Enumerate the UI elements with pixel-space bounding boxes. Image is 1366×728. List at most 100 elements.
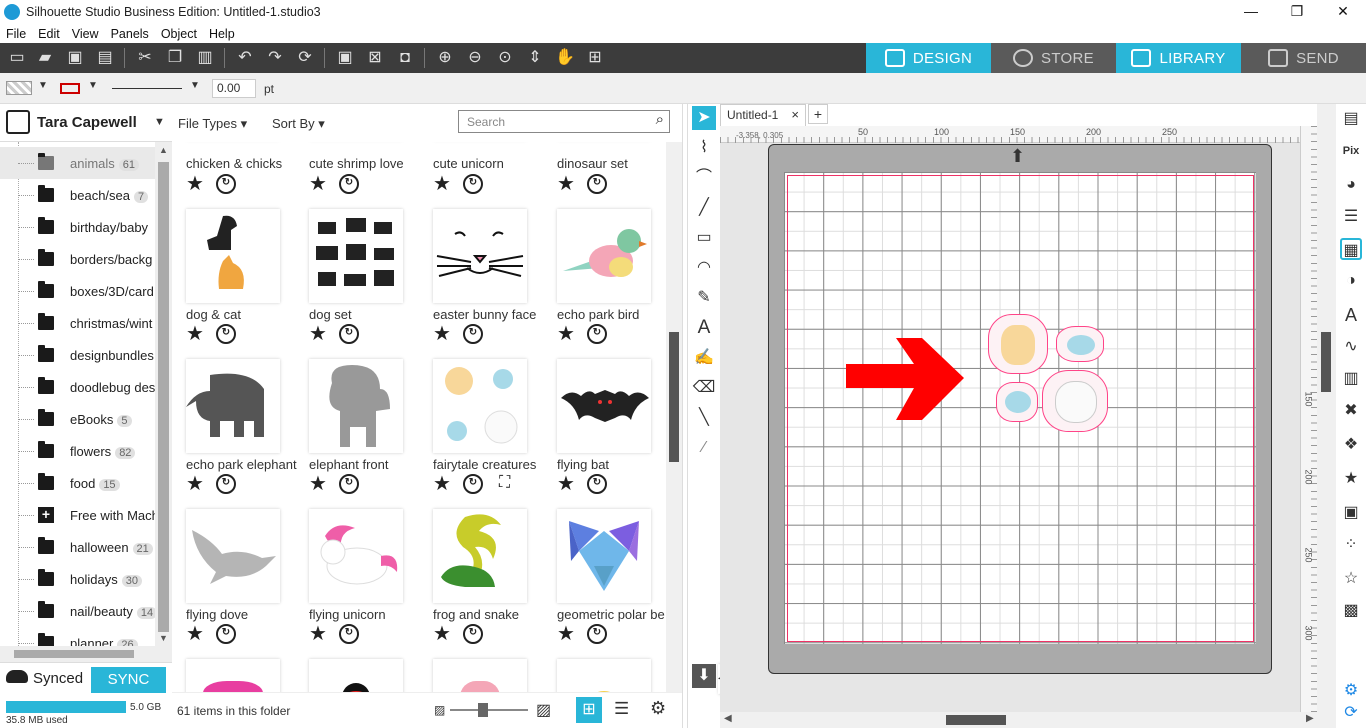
menu-file[interactable]: File [0, 27, 32, 41]
line-style-icon[interactable]: ☰ [1340, 206, 1362, 228]
folder-item[interactable]: doodlebug des [0, 371, 155, 403]
expand-plus-icon[interactable]: + [38, 507, 54, 523]
search-input[interactable]: Search ⌕ [458, 110, 670, 133]
pixscan-icon[interactable]: Pix [1340, 140, 1362, 162]
panel-settings-icon[interactable]: ⚙ [1340, 680, 1362, 702]
print-icon[interactable]: ▤ [94, 47, 116, 69]
library-item[interactable]: elephant front ★ ↻ [295, 292, 419, 494]
polygon-tool-icon[interactable]: ◠ [692, 256, 716, 280]
folder-item[interactable]: animals 61 [0, 147, 155, 179]
minimize-button[interactable]: — [1228, 0, 1274, 24]
folder-item[interactable]: christmas/wint [0, 307, 155, 339]
save-icon[interactable]: ▣ [64, 47, 86, 69]
library-item[interactable]: flying dove ★ ↻ [172, 442, 296, 644]
library-panel-icon[interactable]: ▩ [1340, 600, 1362, 622]
contrast-icon[interactable]: ◑ [1340, 270, 1362, 292]
sort-by-dropdown[interactable]: Sort By ▾ [272, 116, 325, 132]
library-item[interactable] [543, 592, 666, 692]
replicate-icon[interactable]: ❖ [1340, 434, 1362, 456]
line-width-input[interactable]: 0.00 [212, 79, 256, 98]
redo-icon[interactable]: ↷ [264, 47, 286, 69]
fill-color-palette-icon[interactable]: ◕ [1340, 174, 1362, 196]
zoom-out-icon[interactable]: ⊖ [464, 47, 486, 69]
library-item[interactable] [295, 592, 419, 692]
tab-design[interactable]: DESIGN [866, 43, 991, 73]
library-item[interactable]: geometric polar be ★ ↻ [543, 442, 666, 644]
folder-item[interactable]: designbundles [0, 339, 155, 371]
folder-item[interactable]: halloween 21 [0, 531, 155, 563]
trace-icon[interactable]: ∿ [1340, 336, 1362, 358]
line-style-preview[interactable] [112, 88, 182, 89]
fill-pattern-icon[interactable]: ▦ [1340, 238, 1362, 260]
new-document-icon[interactable]: ▭ [6, 47, 28, 69]
library-item[interactable]: echo park bird ★ ↻ [543, 142, 666, 344]
library-item[interactable]: echo park elephant ★ ↻ [172, 292, 297, 494]
kitten-design[interactable] [988, 314, 1048, 374]
folder-item[interactable]: eBooks 5 [0, 403, 155, 435]
add-tab-button[interactable]: + [808, 104, 828, 124]
eyedropper-tool-icon[interactable]: ⁄ [692, 436, 716, 460]
close-button[interactable]: ✕ [1320, 0, 1366, 24]
pan-hand-icon[interactable]: ✋ [554, 47, 576, 69]
ungroup-icon[interactable]: ⊠ [364, 47, 386, 69]
group-icon[interactable]: ▣ [334, 47, 356, 69]
point-edit-icon[interactable]: ⌇ [692, 136, 716, 160]
slider-handle[interactable] [478, 703, 488, 717]
zoom-in-icon[interactable]: ⊕ [434, 47, 456, 69]
design-canvas[interactable]: -3.358, 0.305 50 100 150 200 250 ⬆ [720, 126, 1300, 712]
line-color-swatch[interactable] [60, 83, 80, 94]
rectangle-tool-icon[interactable]: ▭ [692, 226, 716, 250]
folder-scrollbar[interactable]: ▲ ▼ [155, 142, 172, 662]
cut-icon[interactable]: ✂ [134, 47, 156, 69]
folder-item[interactable]: holidays 30 [0, 563, 155, 595]
user-menu-chevron-icon[interactable]: ▼ [154, 116, 165, 128]
open-folder-icon[interactable]: ▰ [34, 47, 56, 69]
fit-window-icon[interactable]: ⊞ [584, 47, 606, 69]
menu-object[interactable]: Object [155, 27, 203, 41]
canvas-hscrollbar[interactable]: ◀ ▶ [720, 712, 1336, 728]
tab-library[interactable]: LIBRARY [1116, 43, 1241, 73]
fill-dropdown-icon[interactable]: ▼ [38, 80, 48, 91]
library-item[interactable]: dog & cat ★ ↻ [172, 142, 296, 344]
folder-item[interactable]: beach/sea 7 [0, 179, 155, 211]
tab-untitled-1[interactable]: Untitled-1 × [720, 104, 806, 126]
library-item[interactable]: fairytale creatures ★ ↻ ⛶ [419, 292, 543, 494]
line-style-dropdown-icon[interactable]: ▼ [190, 80, 200, 91]
tab-send[interactable]: SEND [1241, 43, 1366, 73]
text-tool-icon[interactable]: A [692, 316, 716, 340]
fit-page-icon[interactable]: ⇕ [524, 47, 546, 69]
undo-icon[interactable]: ↶ [234, 47, 256, 69]
sketch-tool-icon[interactable]: ✍ [692, 346, 716, 370]
list-view-icon[interactable]: ☰ [614, 699, 629, 719]
maximize-button[interactable]: ❐ [1274, 0, 1320, 24]
settings-gear-icon[interactable]: ⚙ [650, 698, 666, 719]
curve-tool-icon[interactable]: ⌒ [692, 166, 716, 190]
menu-edit[interactable]: Edit [32, 27, 66, 41]
redraw-icon[interactable]: ⟳ [294, 47, 316, 69]
offset-icon[interactable]: ▣ [1340, 502, 1362, 524]
modify-icon[interactable]: ★ [1340, 468, 1362, 490]
library-item[interactable]: easter bunny face ★ ↻ [419, 142, 543, 344]
small-bird-design[interactable] [996, 382, 1038, 422]
line-tool-icon[interactable]: ╱ [692, 196, 716, 220]
fill-color-swatch[interactable] [6, 81, 32, 95]
canvas-vscrollbar[interactable] [1317, 104, 1336, 712]
paste-icon[interactable]: ▥ [194, 47, 216, 69]
star-shapes-icon[interactable]: ☆ [1340, 568, 1362, 590]
folder-hscrollbar[interactable] [0, 646, 155, 662]
sync-button[interactable]: SYNC [91, 667, 166, 693]
menu-view[interactable]: View [66, 27, 105, 41]
puppy-design[interactable] [1042, 370, 1108, 432]
file-types-filter[interactable]: File Types ▾ [178, 116, 247, 132]
eraser-tool-icon[interactable]: ⌫ [692, 376, 716, 400]
search-icon[interactable]: ⌕ [656, 111, 664, 128]
library-item[interactable]: frog and snake ★ ↻ [419, 442, 543, 644]
bird-design[interactable] [1056, 326, 1104, 362]
zoom-select-icon[interactable]: ⊙ [494, 47, 516, 69]
nesting-icon[interactable]: ⁘ [1340, 534, 1362, 556]
align-icon[interactable]: ▥ [1340, 368, 1362, 390]
refresh-icon[interactable]: ⟳ [1340, 702, 1362, 724]
library-item[interactable]: flying bat ★ ↻ [543, 292, 666, 494]
line-color-dropdown-icon[interactable]: ▼ [88, 80, 98, 91]
knife-tool-icon[interactable]: ╲ [692, 406, 716, 430]
